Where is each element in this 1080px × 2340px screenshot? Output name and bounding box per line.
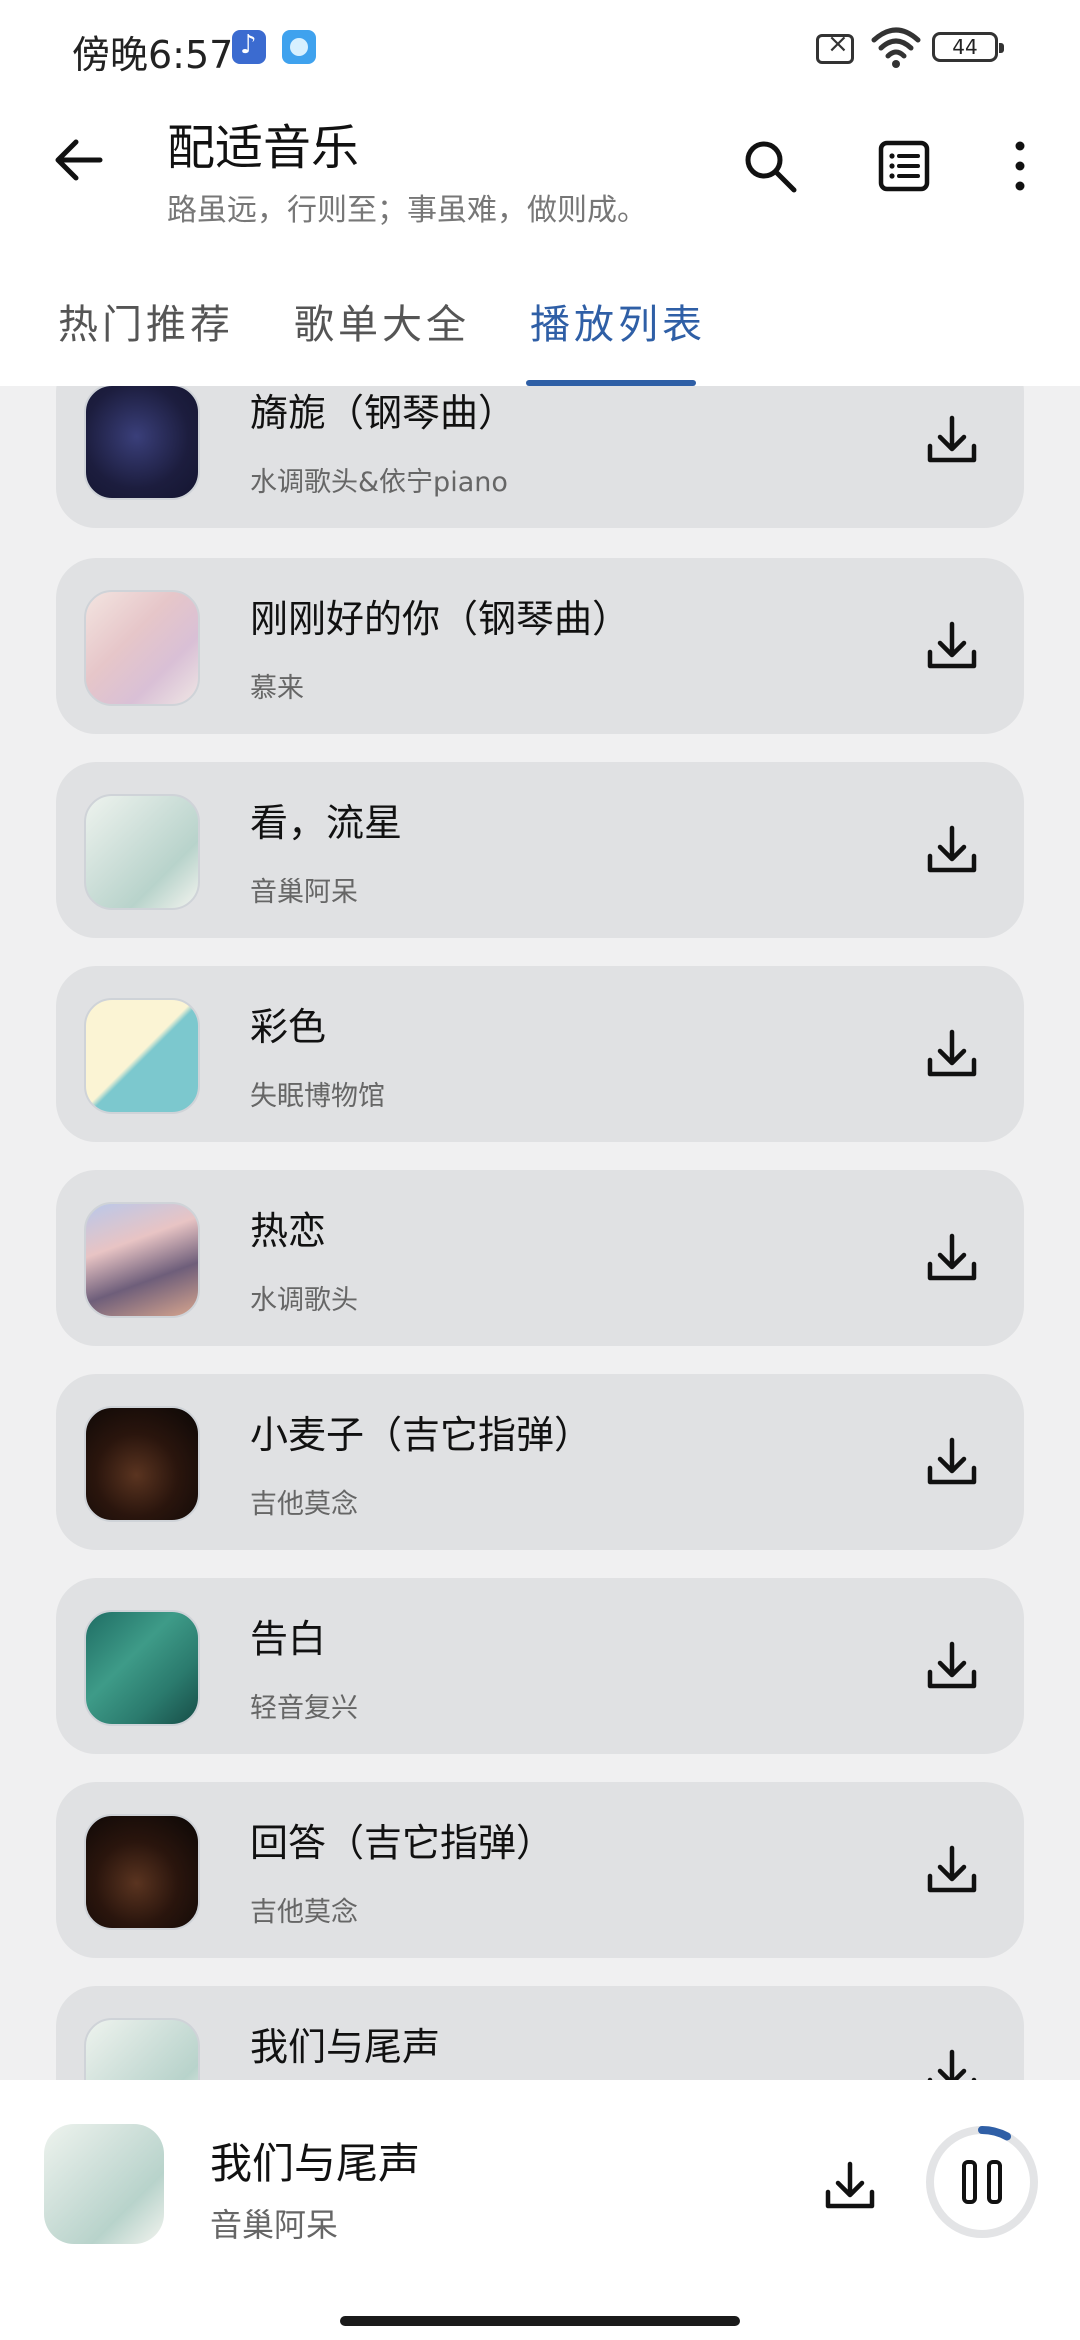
no-sim-icon bbox=[816, 29, 854, 64]
song-artist: 失眠博物馆 bbox=[250, 1081, 385, 1112]
song-card[interactable]: 热恋 水调歌头 bbox=[56, 1170, 1024, 1346]
song-artist: 水调歌头&依宁piano bbox=[250, 467, 508, 498]
download-icon[interactable] bbox=[922, 1636, 982, 1696]
song-card[interactable]: 彩色 失眠博物馆 bbox=[56, 966, 1024, 1142]
pause-button[interactable] bbox=[924, 2124, 1040, 2240]
album-cover bbox=[84, 590, 200, 706]
song-card[interactable]: 回答（吉它指弹） 吉他莫念 bbox=[56, 1782, 1024, 1958]
song-title: 小麦子（吉它指弹） bbox=[250, 1413, 593, 1457]
pause-icon bbox=[962, 2160, 977, 2204]
playlist-icon[interactable] bbox=[876, 138, 932, 194]
download-icon[interactable] bbox=[922, 1432, 982, 1492]
chat-app-icon bbox=[282, 30, 316, 64]
song-card[interactable]: 小麦子（吉它指弹） 吉他莫念 bbox=[56, 1374, 1024, 1550]
song-title: 旖旎（钢琴曲） bbox=[250, 391, 517, 435]
song-card[interactable]: 刚刚好的你（钢琴曲） 慕来 bbox=[56, 558, 1024, 734]
status-bar: 傍晚6:57 44 bbox=[0, 0, 1080, 96]
song-title: 热恋 bbox=[250, 1209, 327, 1253]
album-cover bbox=[84, 794, 200, 910]
download-icon[interactable] bbox=[922, 1228, 982, 1288]
progress-track bbox=[926, 2126, 1038, 2238]
active-tab-indicator bbox=[526, 380, 696, 386]
search-icon[interactable] bbox=[742, 138, 798, 194]
song-artist: 慕来 bbox=[250, 673, 304, 704]
song-title: 看，流星 bbox=[250, 801, 403, 845]
album-cover bbox=[84, 1202, 200, 1318]
home-indicator[interactable] bbox=[340, 2316, 740, 2326]
song-card[interactable]: 看，流星 音巢阿呆 bbox=[56, 762, 1024, 938]
song-artist: 轻音复兴 bbox=[250, 1693, 358, 1724]
now-playing-artist: 音巢阿呆 bbox=[210, 2206, 339, 2244]
album-cover bbox=[84, 1610, 200, 1726]
download-icon[interactable] bbox=[922, 1840, 982, 1900]
song-title: 我们与尾声 bbox=[250, 2025, 441, 2069]
album-cover bbox=[84, 998, 200, 1114]
download-icon[interactable] bbox=[922, 410, 982, 470]
song-artist: 吉他莫念 bbox=[250, 1897, 358, 1928]
now-playing-title: 我们与尾声 bbox=[210, 2139, 421, 2188]
album-cover bbox=[84, 1406, 200, 1522]
song-title: 告白 bbox=[250, 1617, 327, 1661]
download-icon[interactable] bbox=[922, 1024, 982, 1084]
back-arrow-icon[interactable] bbox=[48, 130, 108, 190]
wifi-icon bbox=[871, 27, 921, 68]
song-artist: 音巢阿呆 bbox=[250, 877, 358, 908]
download-icon[interactable] bbox=[820, 2156, 880, 2216]
music-app-icon bbox=[232, 30, 266, 64]
battery-icon: 44 bbox=[932, 32, 1004, 62]
app-header: 傍晚6:57 44 配适音乐 路虽远，行则至；事虽难，做则成。 热门推荐 歌单大… bbox=[0, 0, 1080, 386]
album-cover bbox=[84, 384, 200, 500]
tab-playlist-collection[interactable]: 歌单大全 bbox=[294, 292, 470, 350]
page-title: 配适音乐 bbox=[167, 120, 360, 176]
song-artist: 水调歌头 bbox=[250, 1285, 358, 1316]
download-icon[interactable] bbox=[922, 616, 982, 676]
download-icon[interactable] bbox=[922, 820, 982, 880]
status-time: 傍晚6:57 bbox=[72, 33, 234, 77]
tab-play-queue[interactable]: 播放列表 bbox=[530, 292, 706, 350]
album-cover bbox=[84, 1814, 200, 1930]
now-playing-bar[interactable]: 我们与尾声 音巢阿呆 bbox=[0, 2080, 1080, 2340]
song-title: 彩色 bbox=[250, 1005, 327, 1049]
page-subtitle: 路虽远，行则至；事虽难，做则成。 bbox=[167, 193, 647, 228]
song-title: 回答（吉它指弹） bbox=[250, 1821, 555, 1865]
song-artist: 吉他莫念 bbox=[250, 1489, 358, 1520]
more-vertical-icon[interactable] bbox=[1004, 138, 1036, 194]
song-card[interactable]: 告白 轻音复兴 bbox=[56, 1578, 1024, 1754]
now-playing-cover[interactable] bbox=[44, 2124, 164, 2244]
tab-hot-recommend[interactable]: 热门推荐 bbox=[58, 292, 234, 350]
song-title: 刚刚好的你（钢琴曲） bbox=[250, 597, 631, 641]
